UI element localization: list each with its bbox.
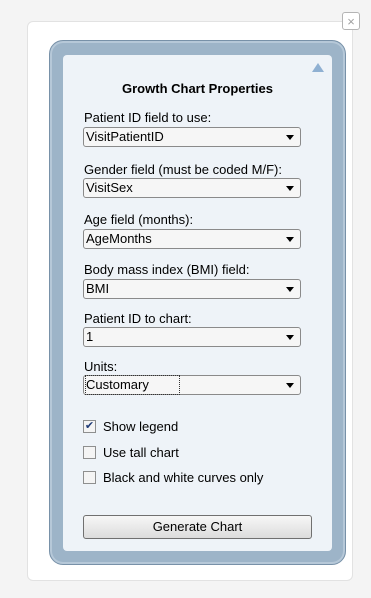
use-tall-chart-checkbox[interactable]: Use tall chart xyxy=(83,444,179,460)
generate-chart-button[interactable]: Generate Chart xyxy=(83,515,312,539)
patient-id-to-chart-label: Patient ID to chart: xyxy=(84,311,192,326)
age-field-select[interactable]: AgeMonths xyxy=(83,229,301,249)
collapse-arrow-icon[interactable] xyxy=(312,63,324,72)
chevron-down-icon xyxy=(286,135,294,140)
checkbox-label: Show legend xyxy=(103,418,179,434)
bmi-field-select[interactable]: BMI xyxy=(83,279,301,299)
checkbox-box xyxy=(83,445,96,459)
select-value: Customary xyxy=(85,375,180,395)
patient-id-to-chart-select[interactable]: 1 xyxy=(83,327,301,347)
chevron-down-icon xyxy=(286,383,294,388)
checkbox-box: ✔ xyxy=(83,419,96,433)
units-label: Units: xyxy=(84,359,118,374)
panel-title: Growth Chart Properties xyxy=(122,81,273,96)
black-white-curves-checkbox[interactable]: Black and white curves only xyxy=(83,469,263,485)
age-field-label: Age field (months): xyxy=(84,212,194,227)
chevron-down-icon xyxy=(286,287,294,292)
units-select[interactable]: Customary xyxy=(83,375,301,395)
checkmark-icon: ✔ xyxy=(84,419,95,432)
close-button[interactable]: × xyxy=(342,12,360,30)
checkbox-box xyxy=(83,470,96,484)
show-legend-checkbox[interactable]: ✔ Show legend xyxy=(83,418,178,434)
checkbox-label: Use tall chart xyxy=(103,444,179,460)
gender-field-select[interactable]: VisitSex xyxy=(83,178,301,198)
gender-field-label: Gender field (must be coded M/F): xyxy=(84,162,282,177)
select-value: BMI xyxy=(86,281,110,296)
select-value: VisitPatientID xyxy=(86,129,164,144)
select-value: 1 xyxy=(86,329,94,344)
patient-id-field-select[interactable]: VisitPatientID xyxy=(83,127,301,147)
close-icon: × xyxy=(347,13,355,29)
checkbox-label: Black and white curves only xyxy=(103,469,264,485)
bmi-field-label: Body mass index (BMI) field: xyxy=(84,262,250,277)
chevron-down-icon xyxy=(286,186,294,191)
select-value: VisitSex xyxy=(86,180,133,195)
select-value: AgeMonths xyxy=(86,231,152,246)
chevron-down-icon xyxy=(286,335,294,340)
patient-id-field-label: Patient ID field to use: xyxy=(84,110,212,125)
chevron-down-icon xyxy=(286,237,294,242)
